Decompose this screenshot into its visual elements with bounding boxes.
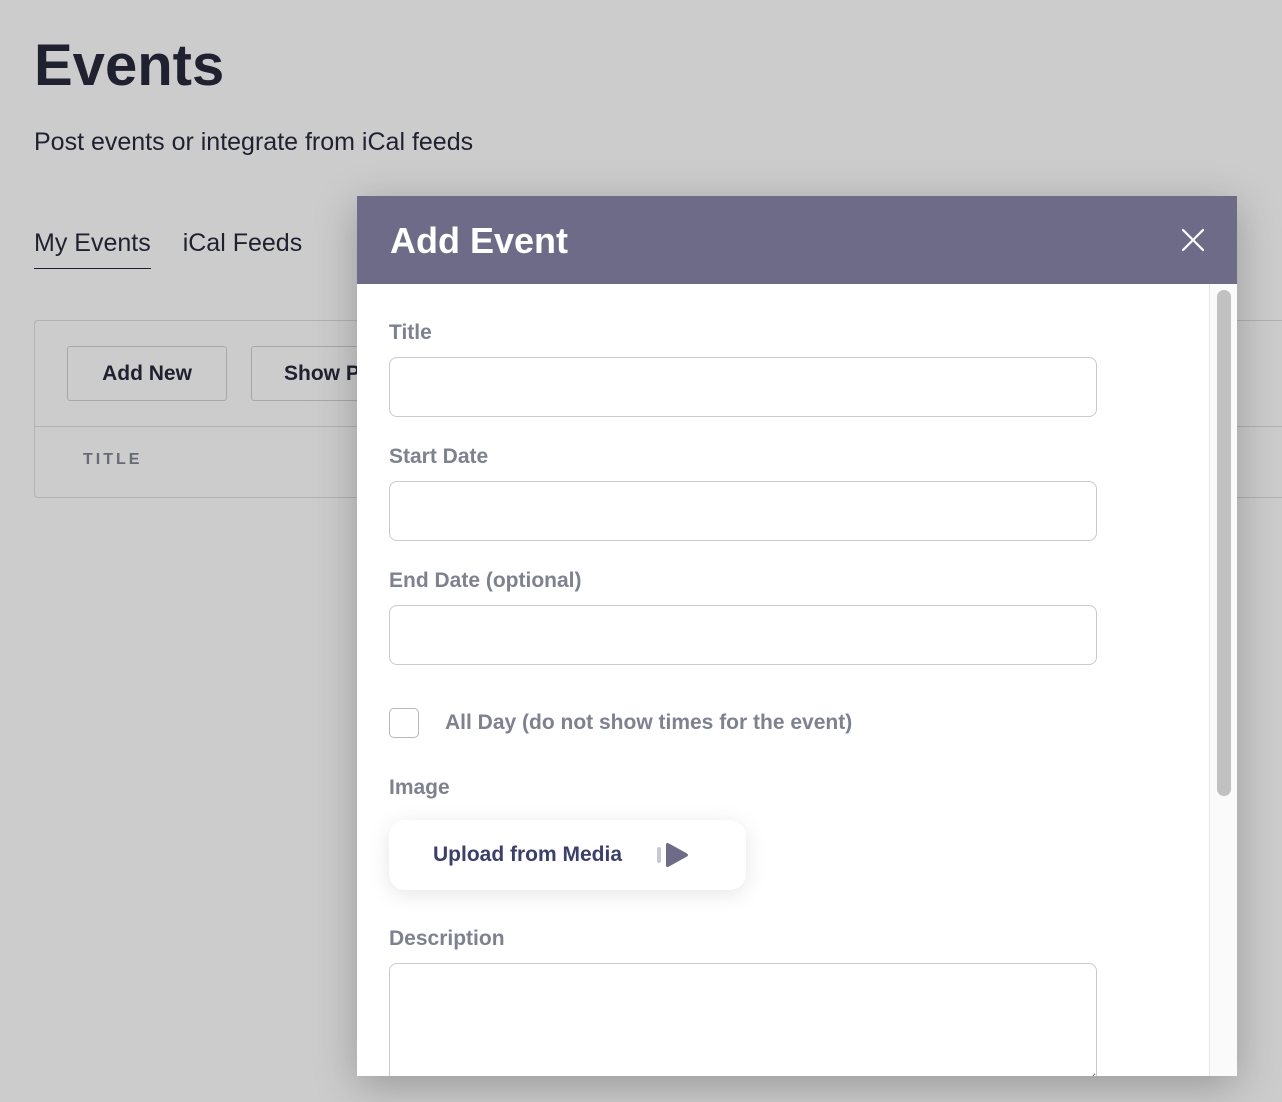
description-textarea[interactable] xyxy=(389,963,1097,1076)
close-button[interactable] xyxy=(1179,226,1207,254)
upload-from-media-label: Upload from Media xyxy=(433,843,623,866)
all-day-label[interactable]: All Day (do not show times for the event… xyxy=(445,710,852,736)
dialog-title: Add Event xyxy=(390,220,569,261)
add-event-dialog: Add Event Title Start Date End Date (opt… xyxy=(357,196,1237,1076)
dialog-scrollbar[interactable] xyxy=(1209,284,1237,1076)
upload-from-media-button[interactable]: Upload from Media xyxy=(389,820,746,890)
start-date-label: Start Date xyxy=(389,445,489,468)
end-date-input[interactable] xyxy=(389,605,1097,665)
close-icon xyxy=(1181,228,1205,252)
dialog-header: Add Event xyxy=(357,196,1237,284)
title-label: Title xyxy=(389,321,432,344)
title-input[interactable] xyxy=(389,357,1097,417)
all-day-checkbox[interactable] xyxy=(389,708,419,738)
start-date-input[interactable] xyxy=(389,481,1097,541)
dialog-body: Title Start Date End Date (optional) All… xyxy=(357,284,1209,1076)
image-label: Image xyxy=(389,776,450,799)
play-arrow-icon xyxy=(657,843,688,867)
scrollbar-thumb[interactable] xyxy=(1217,290,1231,796)
end-date-label: End Date (optional) xyxy=(389,569,582,592)
description-label: Description xyxy=(389,927,505,950)
